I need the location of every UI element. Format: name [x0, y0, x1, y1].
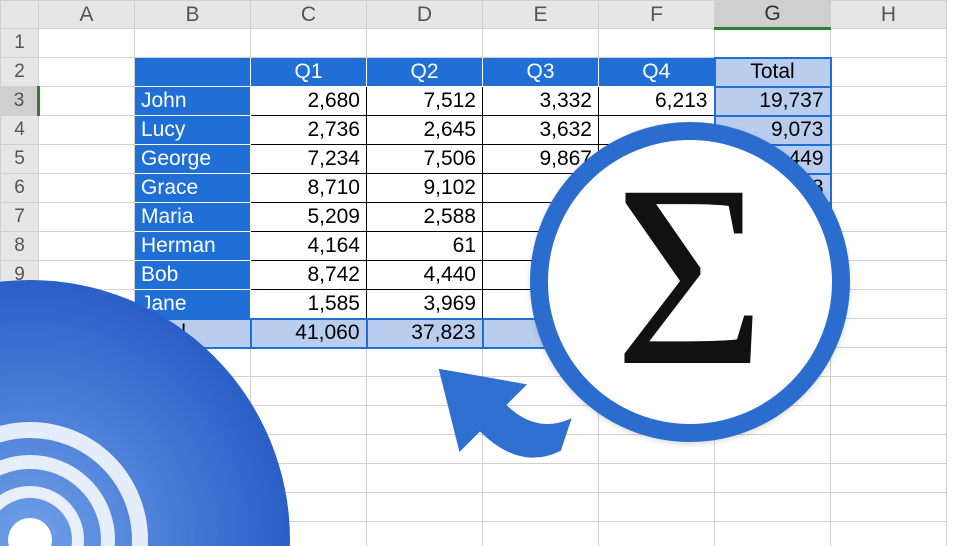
cell-D8[interactable]: 61	[367, 232, 483, 261]
sigma-glyph: Σ	[614, 146, 765, 406]
cell-B2[interactable]	[135, 58, 251, 87]
cell-C3[interactable]: 2,680	[251, 87, 367, 116]
cell-C9[interactable]: 8,742	[251, 261, 367, 290]
row-header-11[interactable]: 11	[1, 319, 39, 348]
row-header-7[interactable]: 7	[1, 203, 39, 232]
cell-D5[interactable]: 7,506	[367, 145, 483, 174]
cell-G1[interactable]	[715, 29, 831, 58]
cell-C1[interactable]	[251, 29, 367, 58]
cell-B11[interactable]: Total	[135, 319, 251, 348]
cell-A6[interactable]	[39, 174, 135, 203]
autosum-sigma-icon: Σ	[530, 122, 850, 442]
cell-A11[interactable]	[39, 319, 135, 348]
cell-D7[interactable]: 2,588	[367, 203, 483, 232]
cell-C8[interactable]: 4,164	[251, 232, 367, 261]
row-header-13[interactable]: 13	[1, 377, 39, 406]
row-header-16[interactable]: 16	[1, 464, 39, 493]
cell-E4[interactable]: 3,632	[483, 116, 599, 145]
row-header-17[interactable]: 17	[1, 493, 39, 522]
cell-E2[interactable]: Q3	[483, 58, 599, 87]
cell-A3[interactable]	[39, 87, 135, 116]
cell-A9[interactable]	[39, 261, 135, 290]
col-header-E[interactable]: E	[483, 1, 599, 29]
row-header-6[interactable]: 6	[1, 174, 39, 203]
cell-H6[interactable]	[831, 174, 947, 203]
cell-A5[interactable]	[39, 145, 135, 174]
cell-B9[interactable]: Bob	[135, 261, 251, 290]
cell-H3[interactable]	[831, 87, 947, 116]
select-all-corner[interactable]	[1, 1, 39, 29]
cell-B4[interactable]: Lucy	[135, 116, 251, 145]
cell-B3[interactable]: John	[135, 87, 251, 116]
row-header-15[interactable]: 15	[1, 435, 39, 464]
cell-H1[interactable]	[831, 29, 947, 58]
cell-B10[interactable]: Jane	[135, 290, 251, 319]
cell-A1[interactable]	[39, 29, 135, 58]
cell-D4[interactable]: 2,645	[367, 116, 483, 145]
cell-B1[interactable]	[135, 29, 251, 58]
col-header-D[interactable]: D	[367, 1, 483, 29]
cell-C2[interactable]: Q1	[251, 58, 367, 87]
cell-D11[interactable]: 37,823	[367, 319, 483, 348]
col-header-H[interactable]: H	[831, 1, 947, 29]
cell-A10[interactable]	[39, 290, 135, 319]
row-header-3[interactable]: 3	[1, 87, 39, 116]
col-header-A[interactable]: A	[39, 1, 135, 29]
row-header-14[interactable]: 14	[1, 406, 39, 435]
cell-G3[interactable]: 19,737	[715, 87, 831, 116]
cell-B6[interactable]: Grace	[135, 174, 251, 203]
row-header-18[interactable]: 18	[1, 522, 39, 546]
row-header-5[interactable]: 5	[1, 145, 39, 174]
cell-D2[interactable]: Q2	[367, 58, 483, 87]
cell-B8[interactable]: Herman	[135, 232, 251, 261]
cell-D3[interactable]: 7,512	[367, 87, 483, 116]
cell-E3[interactable]: 3,332	[483, 87, 599, 116]
cell-D9[interactable]: 4,440	[367, 261, 483, 290]
row-header-8[interactable]: 8	[1, 232, 39, 261]
cell-C11[interactable]: 41,060	[251, 319, 367, 348]
row-header-9[interactable]: 9	[1, 261, 39, 290]
cell-A4[interactable]	[39, 116, 135, 145]
cell-B5[interactable]: George	[135, 145, 251, 174]
row-header-1[interactable]: 1	[1, 29, 39, 58]
cell-A7[interactable]	[39, 203, 135, 232]
row-header-2[interactable]: 2	[1, 58, 39, 87]
cell-H2[interactable]	[831, 58, 947, 87]
cell-C4[interactable]: 2,736	[251, 116, 367, 145]
cell-C5[interactable]: 7,234	[251, 145, 367, 174]
cell-C7[interactable]: 5,209	[251, 203, 367, 232]
cell-H4[interactable]	[831, 116, 947, 145]
cell-F2[interactable]: Q4	[599, 58, 715, 87]
col-header-G[interactable]: G	[715, 1, 831, 29]
cell-H5[interactable]	[831, 145, 947, 174]
col-header-C[interactable]: C	[251, 1, 367, 29]
cell-H11[interactable]	[831, 319, 947, 348]
cell-B7[interactable]: Maria	[135, 203, 251, 232]
cell-A8[interactable]	[39, 232, 135, 261]
cell-E1[interactable]	[483, 29, 599, 58]
cell-D6[interactable]: 9,102	[367, 174, 483, 203]
cell-C6[interactable]: 8,710	[251, 174, 367, 203]
row-header-10[interactable]: 10	[1, 290, 39, 319]
cell-F1[interactable]	[599, 29, 715, 58]
cell-H7[interactable]	[831, 203, 947, 232]
cell-A2[interactable]	[39, 58, 135, 87]
cell-F3[interactable]: 6,213	[599, 87, 715, 116]
col-header-F[interactable]: F	[599, 1, 715, 29]
row-header-4[interactable]: 4	[1, 116, 39, 145]
cell-G2[interactable]: Total	[715, 58, 831, 87]
cell-D1[interactable]	[367, 29, 483, 58]
col-header-B[interactable]: B	[135, 1, 251, 29]
cell-D10[interactable]: 3,969	[367, 290, 483, 319]
cell-C10[interactable]: 1,585	[251, 290, 367, 319]
row-header-12[interactable]: 12	[1, 348, 39, 377]
